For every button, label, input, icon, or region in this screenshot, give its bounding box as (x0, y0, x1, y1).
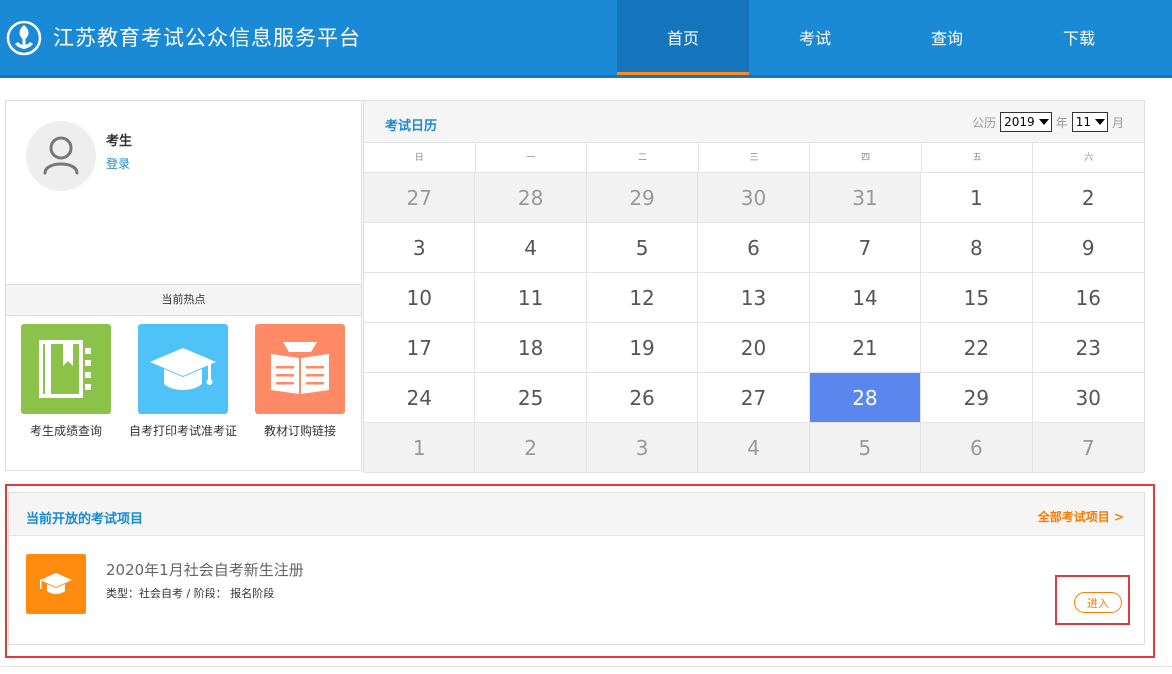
graduation-cap-icon (26, 554, 86, 614)
calendar-day[interactable]: 17 (364, 323, 476, 373)
calendar-day[interactable]: 9 (1032, 223, 1144, 273)
calendar-title: 考试日历 (385, 119, 438, 134)
calendar-day[interactable]: 19 (586, 323, 699, 373)
chevron-down-icon (1094, 119, 1105, 125)
month-label: 月 (1111, 115, 1124, 130)
calendar-day[interactable]: 27 (364, 173, 476, 223)
avatar (26, 121, 96, 191)
calendar-day[interactable]: 6 (698, 223, 810, 273)
calendar-day[interactable]: 25 (475, 373, 587, 423)
hot-item-admission-ticket[interactable]: 自考打印考试准考证 (128, 324, 238, 437)
main-nav: 首页 考试 查询 下载 (617, 0, 1145, 75)
calendar-day[interactable]: 29 (586, 173, 699, 223)
exam-item-name[interactable]: 2020年1月社会自考新生注册 (106, 559, 304, 580)
calendar-day[interactable]: 4 (475, 223, 587, 273)
calendar-day[interactable]: 21 (809, 323, 922, 373)
site-header: 江苏教育考试公众信息服务平台 首页 考试 查询 下载 (0, 0, 1172, 78)
calendar-day[interactable]: 11 (475, 273, 587, 323)
calendar-day[interactable]: 1 (364, 423, 476, 473)
weekday-label: 四 (810, 143, 922, 172)
calendar-day[interactable]: 20 (698, 323, 810, 373)
calendar-day[interactable]: 29 (921, 373, 1033, 423)
year-label: 年 (1055, 115, 1068, 130)
user-icon (43, 136, 79, 175)
calendar-day[interactable]: 27 (698, 373, 810, 423)
calendar-day[interactable]: 13 (698, 273, 810, 323)
divider (0, 666, 1172, 667)
calendar-day[interactable]: 15 (921, 273, 1033, 323)
hot-item-textbook-order[interactable]: 教材订购链接 (245, 324, 355, 437)
calendar-day[interactable]: 24 (364, 373, 476, 423)
chevron-down-icon (1038, 119, 1049, 125)
weekday-label: 三 (699, 143, 811, 172)
nav-item-query[interactable]: 查询 (881, 0, 1013, 75)
calendar-weekdays: 日 一 二 三 四 五 六 (364, 143, 1144, 173)
calendar-day[interactable]: 30 (698, 173, 810, 223)
hot-item-label: 教材订购链接 (263, 424, 336, 438)
hot-title: 当前热点 (6, 284, 361, 316)
calendar-header: 考试日历 公历 2019 年 11 月 (364, 101, 1144, 143)
user-panel: 考生 登录 当前热点 考生成绩查询 自考打印考试准考证 教材订购链接 (5, 100, 362, 471)
exam-item-meta: 类型：社会自考 / 阶段： 报名阶段 (106, 587, 275, 600)
open-book-icon[interactable] (255, 324, 345, 414)
weekday-label: 日 (364, 143, 476, 172)
calendar-day[interactable]: 16 (1032, 273, 1144, 323)
nav-item-download[interactable]: 下载 (1013, 0, 1145, 75)
calendar-day[interactable]: 31 (809, 173, 922, 223)
year-value: 2019 (1004, 115, 1035, 129)
month-select[interactable]: 11 (1071, 112, 1108, 132)
calendar-day[interactable]: 23 (1032, 323, 1144, 373)
month-value: 11 (1075, 115, 1091, 129)
calendar-day[interactable]: 7 (1032, 423, 1144, 473)
hot-item-label: 自考打印考试准考证 (128, 424, 237, 438)
calendar-day[interactable]: 3 (586, 423, 699, 473)
calendar-day[interactable]: 6 (921, 423, 1033, 473)
open-exams-header: 当前开放的考试项目 全部考试项目 > (9, 493, 1144, 536)
user-name: 考生 (106, 134, 133, 149)
calendar-day[interactable]: 22 (921, 323, 1033, 373)
exam-calendar: 考试日历 公历 2019 年 11 月 日 一 二 三 四 五 六 27 28 29… (363, 100, 1145, 473)
enter-button[interactable]: 进入 (1074, 592, 1122, 613)
notebook-icon[interactable] (21, 324, 111, 414)
calendar-day[interactable]: 18 (475, 323, 587, 373)
calendar-day[interactable]: 5 (586, 223, 699, 273)
logo-icon[interactable] (6, 20, 42, 56)
weekday-label: 一 (476, 143, 588, 172)
weekday-label: 五 (922, 143, 1034, 172)
calendar-day-today[interactable]: 28 (809, 373, 922, 423)
calendar-day[interactable]: 30 (1032, 373, 1144, 423)
calendar-day[interactable]: 14 (809, 273, 922, 323)
calendar-grid: 27 28 29 30 31 1 2 3 4 5 6 7 8 9 10 11 12 13 14 15 16 17 18 19 2… (364, 173, 1144, 473)
calendar-day[interactable]: 1 (921, 173, 1033, 223)
site-title[interactable]: 江苏教育考试公众信息服务平台 (53, 22, 361, 54)
open-exams-title: 当前开放的考试项目 (26, 512, 144, 527)
login-link[interactable]: 登录 (106, 155, 130, 172)
calendar-day[interactable]: 3 (364, 223, 476, 273)
year-select[interactable]: 2019 (1000, 112, 1052, 132)
graduation-cap-icon[interactable] (138, 324, 228, 414)
calendar-day[interactable]: 7 (809, 223, 922, 273)
open-exams-section: 当前开放的考试项目 全部考试项目 > 2020年1月社会自考新生注册 类型：社会… (8, 492, 1145, 645)
calendar-day[interactable]: 2 (475, 423, 587, 473)
calendar-day[interactable]: 2 (1032, 173, 1144, 223)
calendar-controls: 公历 2019 年 11 月 (972, 112, 1124, 132)
calendar-day[interactable]: 28 (475, 173, 587, 223)
calendar-type-label: 公历 (972, 115, 997, 130)
hot-item-score-query[interactable]: 考生成绩查询 (11, 324, 121, 437)
all-exams-link[interactable]: 全部考试项目 > (1038, 508, 1124, 525)
calendar-day[interactable]: 4 (698, 423, 810, 473)
weekday-label: 六 (1084, 153, 1094, 163)
calendar-day[interactable]: 5 (809, 423, 922, 473)
calendar-day[interactable]: 26 (586, 373, 699, 423)
nav-item-home[interactable]: 首页 (617, 0, 749, 75)
calendar-day[interactable]: 8 (921, 223, 1033, 273)
calendar-day[interactable]: 10 (364, 273, 476, 323)
hot-item-label: 考生成绩查询 (29, 424, 102, 438)
weekday-label: 二 (587, 143, 699, 172)
calendar-day[interactable]: 12 (586, 273, 699, 323)
nav-item-exam[interactable]: 考试 (749, 0, 881, 75)
